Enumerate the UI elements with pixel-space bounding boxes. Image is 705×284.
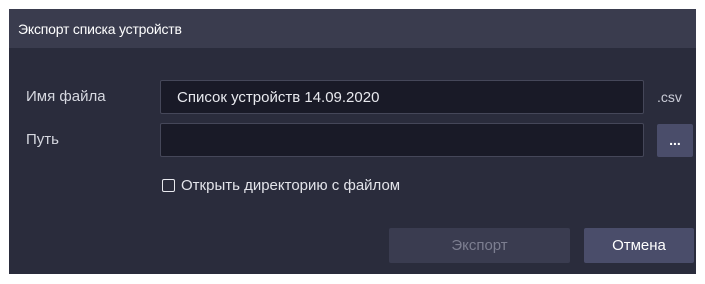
- open-directory-label[interactable]: Открыть директорию с файлом: [181, 177, 400, 194]
- path-row: Путь ...: [9, 123, 696, 157]
- dialog-title: Экспорт списка устройств: [18, 20, 182, 37]
- path-label: Путь: [26, 131, 59, 148]
- browse-button[interactable]: ...: [657, 124, 693, 157]
- filename-row: Имя файла .csv: [9, 80, 696, 114]
- open-directory-checkbox[interactable]: [162, 178, 175, 192]
- dialog-titlebar[interactable]: Экспорт списка устройств: [9, 9, 696, 48]
- filename-input[interactable]: [160, 80, 644, 114]
- export-button[interactable]: Экспорт: [389, 228, 570, 263]
- file-extension-label: .csv: [657, 89, 682, 105]
- filename-label: Имя файла: [26, 88, 106, 105]
- export-dialog: Экспорт списка устройств Имя файла .csv …: [9, 9, 696, 274]
- path-input[interactable]: [160, 123, 644, 157]
- open-directory-option[interactable]: Открыть директорию с файлом: [160, 175, 400, 195]
- cancel-button[interactable]: Отмена: [584, 228, 694, 263]
